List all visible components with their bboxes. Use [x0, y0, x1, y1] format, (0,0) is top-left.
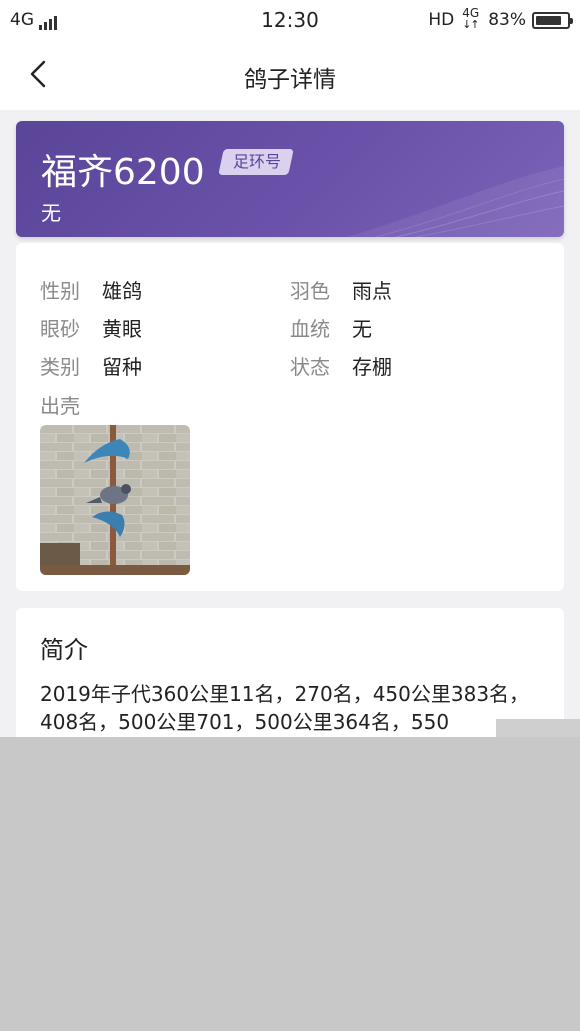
- ring-number-badge: 足环号: [218, 149, 294, 175]
- status-field: 状态 存棚: [290, 351, 392, 380]
- info-card: 性别 雄鸽 羽色 雨点 眼砂 黄眼 血统无 类别 留种 状态 存棚 出壳: [16, 243, 564, 591]
- category-value: 留种: [102, 355, 142, 379]
- grey-overlay: [0, 737, 580, 1031]
- lineage-value: 无: [352, 317, 372, 341]
- data-network-icon: 4G ↓↑: [462, 6, 480, 31]
- status-right: HD 4G ↓↑ 83%: [428, 6, 573, 31]
- category-label: 类别: [40, 355, 80, 379]
- overlay-tab: [496, 719, 580, 739]
- intro-text: 2019年子代360公里11名，270名，450公里383名，408名，500公…: [40, 682, 530, 734]
- status-label: 状态: [290, 355, 330, 379]
- nav-bar: 鸽子详情: [0, 40, 580, 110]
- pigeon-image[interactable]: [40, 425, 190, 575]
- pigeon-photo[interactable]: [40, 425, 190, 575]
- lineage-label: 血统: [290, 317, 330, 341]
- category-field: 类别 留种: [40, 351, 142, 380]
- sex-field: 性别 雄鸽: [40, 275, 142, 304]
- page-title: 鸽子详情: [244, 67, 336, 93]
- eye-label: 眼砂: [40, 317, 80, 341]
- status-bar: 4G 12:30 HD 4G ↓↑ 83%: [0, 0, 580, 40]
- feather-field: 羽色 雨点: [290, 275, 392, 304]
- bird-name: 福齐6200: [41, 152, 205, 193]
- eye-value: 黄眼: [102, 317, 142, 341]
- sex-label: 性别: [40, 279, 80, 303]
- hatch-field: 出壳: [40, 390, 102, 419]
- feather-value: 雨点: [352, 279, 392, 303]
- feather-label: 羽色: [290, 279, 330, 303]
- header-subtitle: 无: [41, 201, 61, 225]
- battery-percent: 83%: [488, 10, 526, 30]
- battery-icon: [532, 11, 573, 29]
- eye-field: 眼砂 黄眼: [40, 313, 142, 342]
- sex-value: 雄鸽: [102, 279, 142, 303]
- status-value: 存棚: [352, 355, 392, 379]
- header-card: 福齐6200 足环号 无: [16, 121, 564, 237]
- hatch-label: 出壳: [40, 394, 80, 418]
- intro-title: 简介: [40, 636, 88, 664]
- lineage-field: 血统无: [290, 313, 372, 342]
- hd-label: HD: [428, 10, 455, 30]
